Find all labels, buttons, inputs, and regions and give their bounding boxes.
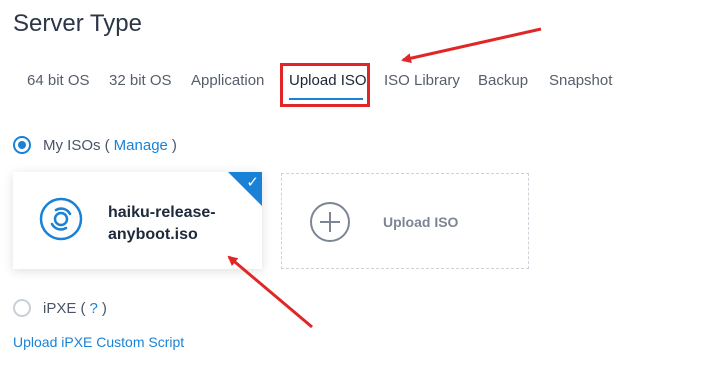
my-isos-option[interactable]: My ISOs ( Manage ) [13, 136, 177, 154]
tab-snapshot[interactable]: Snapshot [549, 72, 612, 89]
iso-file-name: haiku-release-anyboot.iso [108, 204, 216, 243]
plus-icon [310, 202, 350, 242]
iso-card-selected[interactable]: ✓ haiku-release-anyboot.iso [13, 172, 262, 269]
annotation-arrow-upload-iso [401, 27, 542, 64]
upload-ipxe-script-link[interactable]: Upload iPXE Custom Script [13, 334, 184, 350]
upload-iso-card[interactable]: Upload ISO [281, 173, 529, 269]
check-icon: ✓ [246, 174, 259, 191]
upload-iso-label: Upload ISO [383, 214, 459, 230]
disc-icon [39, 197, 83, 241]
page-title: Server Type [13, 10, 142, 37]
ipxe-help-link[interactable]: ? [90, 300, 98, 317]
my-isos-radio[interactable] [13, 136, 31, 154]
ipxe-label-close: ) [101, 299, 107, 317]
ipxe-label: iPXE ( [43, 299, 86, 317]
tab-application[interactable]: Application [191, 72, 264, 89]
my-isos-label-close: ) [171, 136, 177, 154]
tab-32-bit-os[interactable]: 32 bit OS [109, 72, 172, 89]
tab-backup[interactable]: Backup [478, 72, 528, 89]
my-isos-label: My ISOs ( [43, 136, 110, 154]
ipxe-radio[interactable] [13, 299, 31, 317]
annotation-highlight-box [280, 63, 370, 107]
tab-iso-library[interactable]: ISO Library [384, 72, 460, 89]
tab-64-bit-os[interactable]: 64 bit OS [27, 72, 90, 89]
manage-link[interactable]: Manage [114, 137, 168, 154]
ipxe-option[interactable]: iPXE ( ? ) [13, 299, 107, 317]
